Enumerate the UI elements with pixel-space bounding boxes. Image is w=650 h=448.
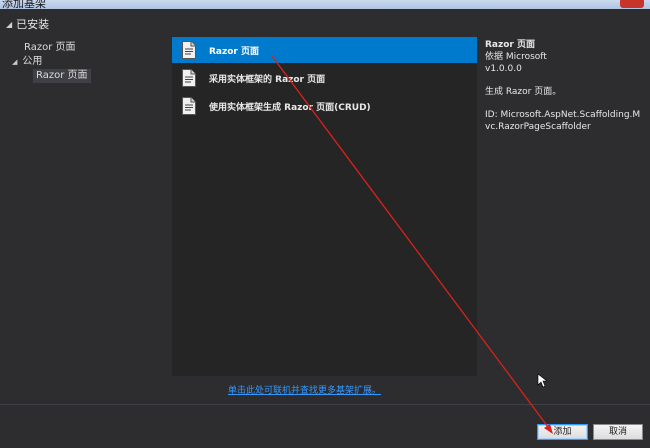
close-window-button[interactable]: [620, 0, 644, 8]
installed-label: 已安装: [16, 18, 50, 31]
template-item-razor-page-ef[interactable]: 采用实体框架的 Razor 页面: [172, 65, 477, 91]
file-icon: [181, 69, 197, 87]
template-list: Razor 页面 采用实体框架的 Razor 页面 使用实体框架生成 Razor…: [172, 37, 477, 376]
tree-item-label: 公用: [22, 56, 43, 67]
expand-triangle-icon: ◢: [12, 58, 18, 66]
detail-author: 依据 Microsoft: [485, 52, 547, 62]
window-title: 添加基架: [2, 0, 46, 9]
expand-triangle-icon: ◢: [6, 19, 13, 29]
dialog-body: ◢ 已安装 Razor 页面 ◢ 公用 Razor 页面 Razor 页面 采用实…: [0, 9, 650, 448]
tree-item-razor-pages[interactable]: Razor 页面: [24, 41, 76, 55]
tree-item-common-razor-pages[interactable]: Razor 页面: [33, 69, 91, 83]
file-icon: [181, 41, 197, 59]
template-label: 使用实体框架生成 Razor 页面(CRUD): [209, 102, 371, 113]
add-button[interactable]: 添加: [537, 424, 588, 440]
tree-item-common[interactable]: ◢ 公用: [12, 55, 42, 69]
template-label: Razor 页面: [209, 46, 259, 57]
installed-header[interactable]: ◢ 已安装: [6, 16, 49, 32]
detail-template-name: Razor 页面: [485, 40, 535, 50]
cancel-button[interactable]: 取消: [593, 424, 643, 440]
template-item-razor-page[interactable]: Razor 页面: [172, 37, 477, 63]
title-bar: 添加基架: [0, 0, 650, 9]
template-details: Razor 页面 依据 Microsoft v1.0.0.0 生成 Razor …: [485, 39, 645, 133]
detail-version: v1.0.0.0: [485, 64, 522, 74]
file-icon: [181, 97, 197, 115]
dialog-footer: 添加 取消: [0, 404, 650, 448]
detail-description: 生成 Razor 页面。: [485, 87, 562, 97]
tree-item-label: Razor 页面: [36, 70, 88, 81]
tree-item-label: Razor 页面: [24, 42, 76, 53]
template-item-razor-page-crud[interactable]: 使用实体框架生成 Razor 页面(CRUD): [172, 93, 477, 119]
online-extensions-link[interactable]: 单击此处可联机并查找更多基架扩展。: [228, 383, 381, 396]
template-label: 采用实体框架的 Razor 页面: [209, 74, 326, 85]
detail-id: ID: Microsoft.AspNet.Scaffolding.Mvc.Raz…: [485, 110, 641, 132]
